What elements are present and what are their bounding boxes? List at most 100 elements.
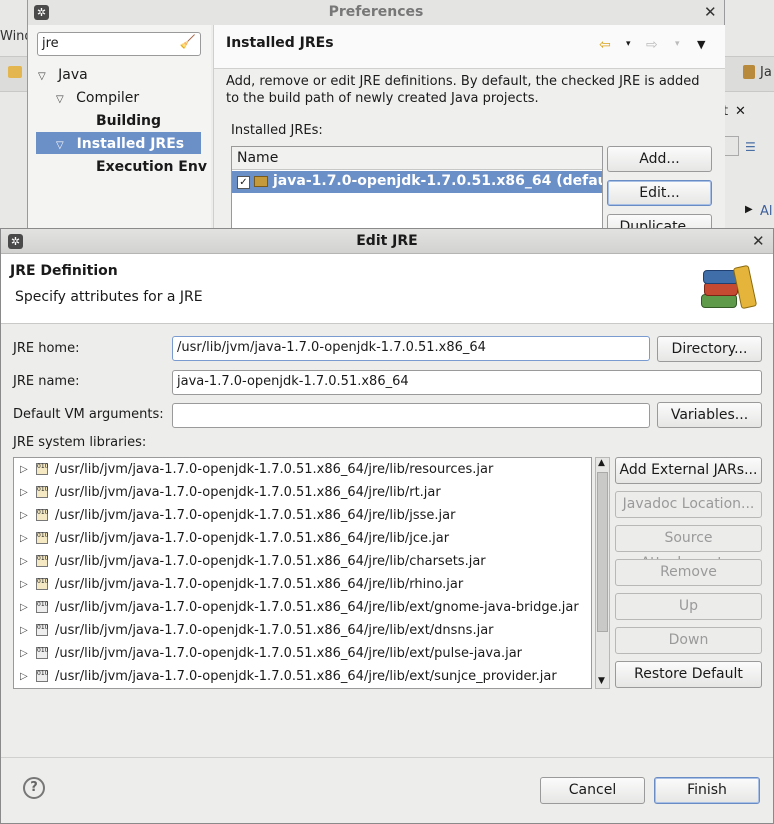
remove-button[interactable]: Remove [615,559,762,586]
jar-file-icon: 010 [36,578,48,590]
close-icon[interactable]: ✕ [704,3,717,21]
chevron-down-icon[interactable]: ▾ [626,39,631,49]
expand-arrow-icon[interactable]: ▷ [20,665,28,688]
tree-item-execution-env[interactable]: Execution Env [96,159,207,175]
scrollbar-thumb[interactable] [597,472,608,632]
edit-jre-dialog: Edit JRE ✲ ✕ JRE Definition Specify attr… [0,228,774,824]
add-jre-button[interactable]: Add... [607,146,712,172]
list-item[interactable]: ▷ 010/usr/lib/jvm/java-1.7.0-openjdk-1.7.… [14,642,591,665]
jar-file-icon: 010 [36,555,48,567]
variables-button[interactable]: Variables... [657,402,762,428]
installed-jres-label: Installed JREs: [231,123,323,138]
expand-arrow-icon[interactable]: ▷ [20,642,28,665]
expand-arrow-icon[interactable]: ▷ [20,573,28,596]
javadoc-location-button[interactable]: Javadoc Location... [615,491,762,518]
library-path: /usr/lib/jvm/java-1.7.0-openjdk-1.7.0.51… [55,577,464,592]
table-header[interactable]: Name [232,147,602,170]
installed-jres-table[interactable]: Name ✓ java-1.7.0-openjdk-1.7.0.51.x86_6… [231,146,603,230]
vm-arguments-field[interactable] [172,403,650,428]
jar-file-icon: 010 [36,532,48,544]
jre-home-label: JRE home: [13,341,80,356]
jre-name-label: JRE name: [13,374,80,389]
list-item[interactable]: ▷ 010/usr/lib/jvm/java-1.7.0-openjdk-1.7.… [14,527,591,550]
expand-arrow-icon[interactable]: ▽ [56,94,64,105]
perspective-icon [743,65,755,79]
tree-item-label: Building [96,113,162,129]
background-link-fragment[interactable]: Al [760,204,773,219]
outline-icon[interactable]: ☰ [745,140,756,154]
list-item[interactable]: ▷ 010/usr/lib/jvm/java-1.7.0-openjdk-1.7.… [14,573,591,596]
jre-home-field[interactable]: /usr/lib/jvm/java-1.7.0-openjdk-1.7.0.51… [172,336,650,361]
list-item[interactable]: ▷ 010/usr/lib/jvm/java-1.7.0-openjdk-1.7.… [14,458,591,481]
tree-item-building[interactable]: Building [96,113,161,129]
library-path: /usr/lib/jvm/java-1.7.0-openjdk-1.7.0.51… [55,462,494,477]
list-item[interactable]: ▷ 010/usr/lib/jvm/java-1.7.0-openjdk-1.7.… [14,665,591,688]
library-path: /usr/lib/jvm/java-1.7.0-openjdk-1.7.0.51… [55,646,523,661]
window-menu-icon[interactable]: ✲ [8,234,23,249]
list-item[interactable]: ▷ 010/usr/lib/jvm/java-1.7.0-openjdk-1.7.… [14,481,591,504]
close-icon[interactable]: ✕ [735,104,746,119]
scroll-up-icon[interactable]: ▲ [598,458,605,468]
page-description: Add, remove or edit JRE definitions. By … [226,74,700,106]
chevron-down-icon: ▾ [675,39,680,49]
column-header-name[interactable]: Name [237,150,278,166]
down-button[interactable]: Down [615,627,762,654]
tree-item-installed-jres[interactable]: ▽ Installed JREs [56,136,184,152]
expand-arrow-icon[interactable]: ▷ [20,550,28,573]
expand-arrow-icon[interactable]: ▷ [20,527,28,550]
background-toolbar-fragment: Ja [760,65,772,80]
books-icon [701,264,763,312]
library-path: /usr/lib/jvm/java-1.7.0-openjdk-1.7.0.51… [55,508,456,523]
scroll-down-icon[interactable]: ▼ [598,676,605,686]
source-attachment-button[interactable]: Source Attachment... [615,525,762,571]
tree-item-compiler[interactable]: ▽ Compiler [56,90,139,106]
preferences-dialog: Preferences ✲ ✕ jre 🧹 ▽ Java ▽ Compiler … [27,0,725,240]
folder-icon [8,66,22,78]
jar-file-icon: 010 [36,601,48,613]
up-button[interactable]: Up [615,593,762,620]
clear-filter-icon[interactable]: 🧹 [180,35,196,50]
libraries-scrollbar[interactable]: ▲ ▼ [595,457,610,689]
jre-library-icon [254,176,268,187]
back-arrow-icon[interactable]: ⇦ [599,37,611,53]
jre-name-field[interactable]: java-1.7.0-openjdk-1.7.0.51.x86_64 [172,370,762,395]
expand-arrow-icon[interactable]: ▷ [20,458,28,481]
table-row[interactable]: ✓ java-1.7.0-openjdk-1.7.0.51.x86_64 (de… [232,171,602,193]
tree-item-java[interactable]: ▽ Java [38,67,88,83]
tree-item-label: Execution Env [96,159,207,175]
expand-arrow-icon[interactable]: ▷ [20,481,28,504]
restore-default-button[interactable]: Restore Default [615,661,762,688]
cancel-button[interactable]: Cancel [540,777,645,804]
tree-item-label: Java [58,67,88,83]
list-item[interactable]: ▷ 010/usr/lib/jvm/java-1.7.0-openjdk-1.7.… [14,550,591,573]
jar-file-icon: 010 [36,670,48,682]
system-libraries-label: JRE system libraries: [13,435,147,450]
help-icon[interactable]: ? [23,777,45,799]
system-libraries-tree[interactable]: ▷ 010/usr/lib/jvm/java-1.7.0-openjdk-1.7.… [13,457,592,689]
expand-arrow-icon[interactable]: ▽ [56,140,64,151]
list-item[interactable]: ▷ 010/usr/lib/jvm/java-1.7.0-openjdk-1.7.… [14,504,591,527]
list-item[interactable]: ▷ 010/usr/lib/jvm/java-1.7.0-openjdk-1.7.… [14,619,591,642]
tree-item-label: Compiler [76,90,140,106]
default-checkbox[interactable]: ✓ [237,176,250,189]
library-path: /usr/lib/jvm/java-1.7.0-openjdk-1.7.0.51… [55,485,441,500]
expand-arrow-icon[interactable]: ▷ [20,619,28,642]
close-icon[interactable]: ✕ [752,232,765,250]
filter-input[interactable]: jre 🧹 [37,32,201,56]
jar-file-icon: 010 [36,486,48,498]
finish-button[interactable]: Finish [654,777,760,804]
forward-arrow-icon: ⇨ [646,37,658,53]
library-path: /usr/lib/jvm/java-1.7.0-openjdk-1.7.0.51… [55,669,557,684]
expand-arrow-icon[interactable]: ▷ [20,504,28,527]
view-menu-icon[interactable]: ▼ [697,38,705,51]
expand-arrow-icon[interactable]: ▽ [38,71,46,82]
window-menu-icon[interactable]: ✲ [34,5,49,20]
directory-button[interactable]: Directory... [657,336,762,362]
add-external-jars-button[interactable]: Add External JARs... [615,457,762,484]
library-path: /usr/lib/jvm/java-1.7.0-openjdk-1.7.0.51… [55,600,579,615]
edit-jre-button[interactable]: Edit... [607,180,712,206]
list-item[interactable]: ▷ 010/usr/lib/jvm/java-1.7.0-openjdk-1.7.… [14,596,591,619]
background-toolbar-left [0,56,27,92]
collapse-icon[interactable] [723,136,739,156]
expand-arrow-icon[interactable]: ▷ [20,596,28,619]
